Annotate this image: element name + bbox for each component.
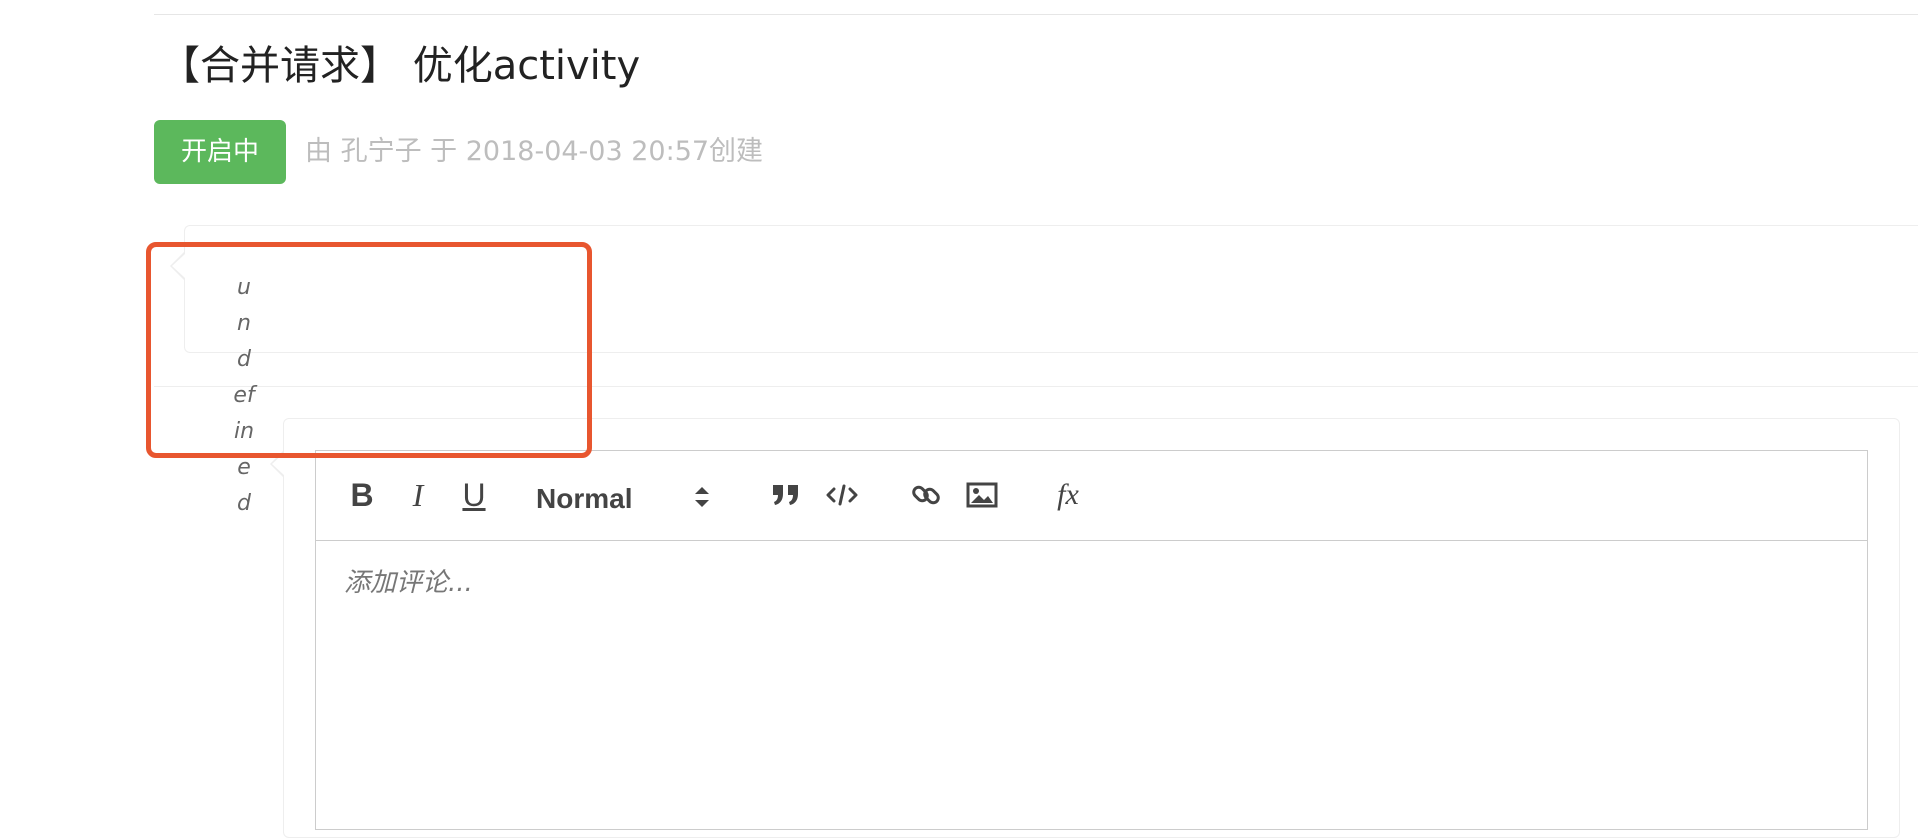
image-button[interactable] xyxy=(964,477,1000,513)
image-icon xyxy=(966,481,998,509)
page-title: 【合并请求】 优化activity xyxy=(160,43,641,89)
formula-icon: fx xyxy=(1057,478,1079,511)
blockquote-icon xyxy=(771,482,801,508)
underline-button[interactable]: U xyxy=(456,477,492,513)
format-select[interactable]: Normal xyxy=(536,477,712,517)
format-select-value: Normal xyxy=(536,483,633,514)
bold-button[interactable]: B xyxy=(344,477,380,513)
comment-input[interactable] xyxy=(344,563,1834,603)
editor-body xyxy=(316,541,1867,831)
code-block-button[interactable] xyxy=(824,477,860,513)
comment-editor: B I U Normal fx 添加评论... xyxy=(315,450,1868,830)
code-icon xyxy=(826,483,858,507)
blockquote-button[interactable] xyxy=(768,477,804,513)
formula-button[interactable]: fx xyxy=(1050,477,1086,513)
status-badge[interactable]: 开启中 xyxy=(154,120,286,184)
bold-icon: B xyxy=(350,477,374,513)
top-divider xyxy=(154,14,1918,15)
underline-icon: U xyxy=(462,477,486,513)
italic-icon: I xyxy=(412,477,424,513)
created-meta: 由 孔宁子 于 2018-04-03 20:57创建 xyxy=(305,136,764,167)
editor-toolbar: B I U Normal fx xyxy=(316,451,1867,541)
select-arrows-icon xyxy=(692,481,712,517)
italic-button[interactable]: I xyxy=(400,477,436,513)
link-button[interactable] xyxy=(908,477,944,513)
highlight-annotation-box xyxy=(146,242,592,458)
link-icon xyxy=(910,479,942,511)
